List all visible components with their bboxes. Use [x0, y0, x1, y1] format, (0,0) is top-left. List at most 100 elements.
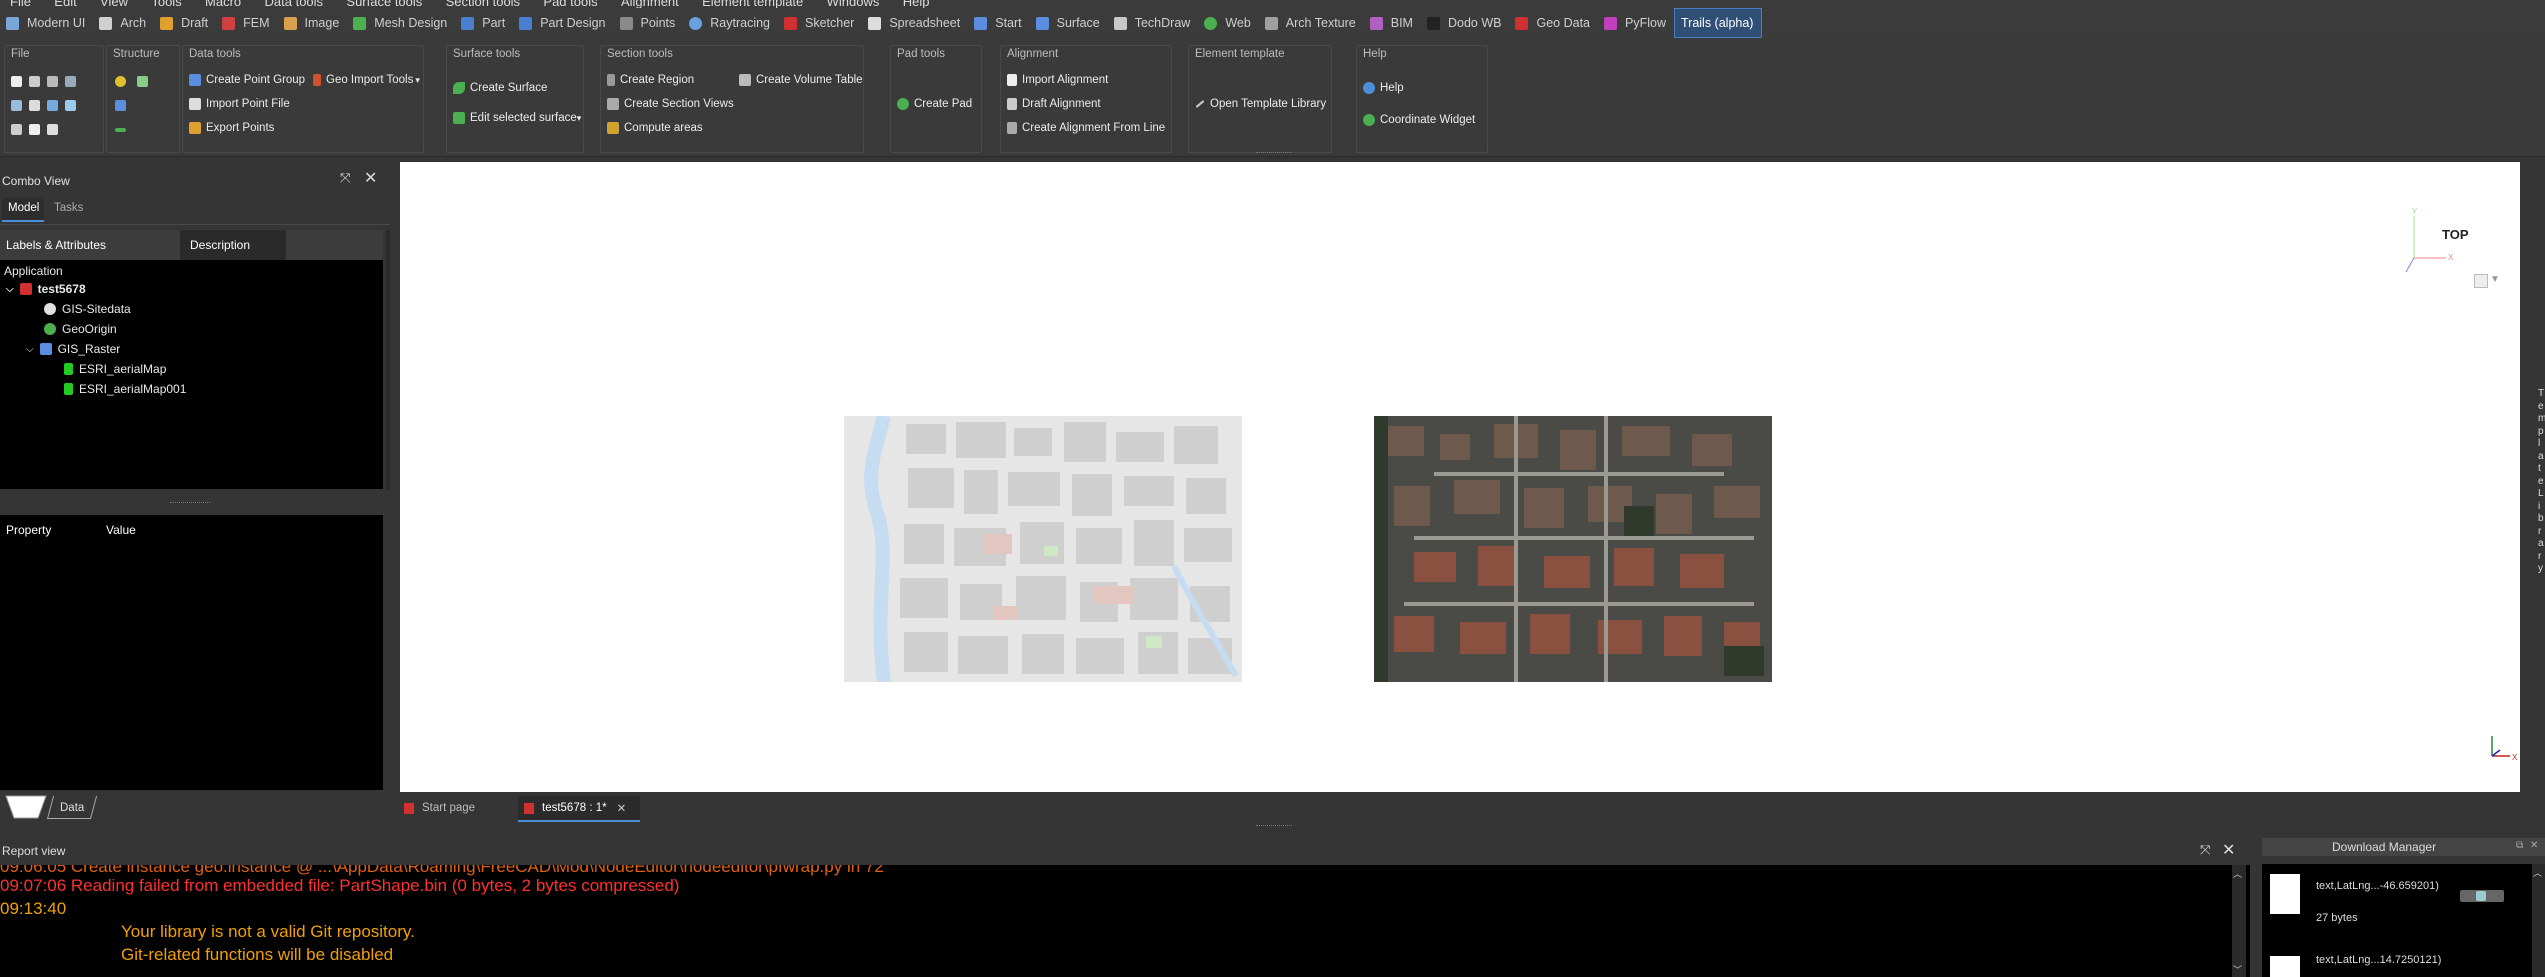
tree-item-document[interactable]: ⌵ test5678 [6, 282, 86, 296]
arrow-icon[interactable] [115, 128, 126, 132]
view-menu-icon[interactable] [2474, 274, 2488, 288]
create-section-views-button[interactable]: Create Section Views [607, 98, 734, 110]
edit-selected-surface-button[interactable]: Edit selected surface ▾ [453, 112, 581, 124]
workbench-techdraw[interactable]: TechDraw [1108, 9, 1199, 37]
scroll-up-icon[interactable]: ︿ [2233, 867, 2242, 880]
workbench-start[interactable]: Start [968, 9, 1029, 37]
cut-icon[interactable] [29, 100, 40, 111]
create-alignment-from-line-button[interactable]: Create Alignment From Line [1007, 122, 1165, 134]
tab-start-page[interactable]: Start page [404, 796, 514, 820]
link-icon[interactable] [137, 76, 148, 87]
close-icon[interactable]: ✕ [2530, 840, 2538, 851]
workbench-image[interactable]: Image [278, 9, 348, 37]
property-header-value[interactable]: Value [106, 523, 136, 537]
create-point-group-button[interactable]: Create Point Group [189, 74, 305, 86]
workbench-trails[interactable]: Trails (alpha) [1673, 8, 1763, 38]
close-icon[interactable]: ✕ [364, 168, 377, 188]
workbench-draft[interactable]: Draft [154, 9, 216, 37]
report-scrollbar[interactable] [2232, 865, 2246, 977]
view-tab-icon[interactable] [4, 794, 48, 822]
redo-icon[interactable] [47, 124, 58, 135]
menu-help[interactable]: Help [903, 0, 930, 8]
create-volume-table-button[interactable]: Create Volume Table [739, 74, 863, 86]
open-template-library-button[interactable]: Open Template Library [1195, 98, 1326, 110]
copy-icon[interactable] [29, 124, 40, 135]
menu-file[interactable]: File [10, 0, 31, 8]
float-icon[interactable]: ⤧ [2200, 842, 2210, 858]
menu-alignment[interactable]: Alignment [621, 0, 679, 8]
workbench-points[interactable]: Points [614, 9, 684, 37]
menu-edit[interactable]: Edit [54, 0, 76, 8]
scroll-down-icon[interactable]: ﹀ [2233, 963, 2242, 976]
download-scrollbar[interactable] [2532, 864, 2545, 977]
report-view[interactable]: 09:06:05 Create instance geo.instance @ … [0, 865, 2250, 977]
coordinate-widget-button[interactable]: Coordinate Widget [1363, 114, 1475, 126]
chevron-down-icon[interactable]: ▼ [2490, 274, 2500, 285]
menu-section-tools[interactable]: Section tools [446, 0, 520, 8]
workbench-part[interactable]: Part [455, 9, 513, 37]
view-splitter[interactable] [1256, 825, 1292, 826]
tree-item-esri-aerialmap[interactable]: ESRI_aerialMap [64, 362, 166, 376]
workbench-arch-texture[interactable]: Arch Texture [1259, 9, 1364, 37]
workbench-arch[interactable]: Arch [93, 9, 154, 37]
workbench-pyflow[interactable]: PyFlow [1598, 9, 1674, 37]
create-surface-button[interactable]: Create Surface [453, 82, 547, 94]
chevron-down-icon[interactable]: ⌵ [26, 344, 34, 355]
workbench-fem[interactable]: FEM [216, 9, 277, 37]
workbench-sketcher[interactable]: Sketcher [778, 9, 862, 37]
menu-macro[interactable]: Macro [205, 0, 241, 8]
print-preview-icon[interactable] [11, 124, 22, 135]
menu-windows[interactable]: Windows [827, 0, 880, 8]
folder-icon[interactable] [115, 100, 126, 111]
close-icon[interactable]: ✕ [2222, 840, 2235, 860]
panel-splitter[interactable] [170, 502, 210, 503]
tree-header-labels[interactable]: Labels & Attributes [6, 238, 106, 252]
tree-item-gis-raster[interactable]: ⌵ GIS_Raster [26, 342, 120, 356]
undo-icon[interactable] [47, 100, 58, 111]
workbench-web[interactable]: Web [1198, 9, 1258, 37]
menu-tools[interactable]: Tools [151, 0, 181, 8]
group-icon[interactable] [115, 76, 126, 87]
tree-item-gis-sitedata[interactable]: GIS-Sitedata [44, 302, 131, 316]
tree-header-description-cell[interactable]: Description [180, 230, 286, 260]
menu-pad-tools[interactable]: Pad tools [543, 0, 597, 8]
menu-data-tools[interactable]: Data tools [265, 0, 324, 8]
scroll-up-icon[interactable]: ︿ [2533, 866, 2542, 879]
tab-model[interactable]: Model [2, 198, 44, 222]
create-pad-button[interactable]: Create Pad [897, 98, 972, 110]
create-region-button[interactable]: Create Region [607, 74, 694, 86]
workbench-part-design[interactable]: Part Design [513, 9, 613, 37]
chevron-down-icon[interactable]: ⌵ [6, 284, 14, 295]
export-points-button[interactable]: Export Points [189, 122, 274, 134]
float-icon[interactable]: ⤧ [340, 170, 350, 186]
workbench-mesh-design[interactable]: Mesh Design [347, 9, 455, 37]
tree-item-esri-aerialmap001[interactable]: ESRI_aerialMap001 [64, 382, 186, 396]
toolbar-splitter[interactable] [1256, 152, 1292, 155]
navcube-top-face[interactable]: TOP [2442, 227, 2469, 242]
tree-item-geoorigin[interactable]: GeoOrigin [44, 322, 117, 336]
compute-areas-button[interactable]: Compute areas [607, 122, 703, 134]
import-point-file-button[interactable]: Import Point File [189, 98, 290, 110]
print-icon[interactable] [29, 76, 40, 87]
3d-view[interactable]: Y X TOP ▼ X [400, 162, 2520, 792]
workbench-spreadsheet[interactable]: Spreadsheet [862, 9, 968, 37]
property-header-property[interactable]: Property [6, 523, 51, 537]
workbench-raytracing[interactable]: Raytracing [683, 9, 778, 37]
tab-test5678[interactable]: test5678 : 1* ✕ [518, 796, 640, 822]
open-icon[interactable] [11, 100, 22, 111]
geo-import-tools-button[interactable]: Geo Import Tools ▾ [313, 74, 420, 86]
menu-element-template[interactable]: Element template [702, 0, 803, 8]
workbench-modern-ui[interactable]: Modern UI [0, 9, 93, 37]
draft-alignment-button[interactable]: Draft Alignment [1007, 98, 1101, 110]
refresh-icon[interactable] [65, 76, 76, 87]
save-icon[interactable] [47, 76, 58, 87]
pointer-icon[interactable] [65, 100, 76, 111]
import-alignment-button[interactable]: Import Alignment [1007, 74, 1108, 86]
float-icon[interactable]: ⧉ [2516, 840, 2523, 851]
tree-scrollbar[interactable] [386, 230, 390, 490]
close-icon[interactable]: ✕ [617, 801, 627, 815]
help-button[interactable]: Help [1363, 82, 1404, 94]
workbench-geo-data[interactable]: Geo Data [1509, 9, 1598, 37]
workbench-bim[interactable]: BIM [1364, 9, 1421, 37]
menu-view[interactable]: View [100, 0, 128, 8]
